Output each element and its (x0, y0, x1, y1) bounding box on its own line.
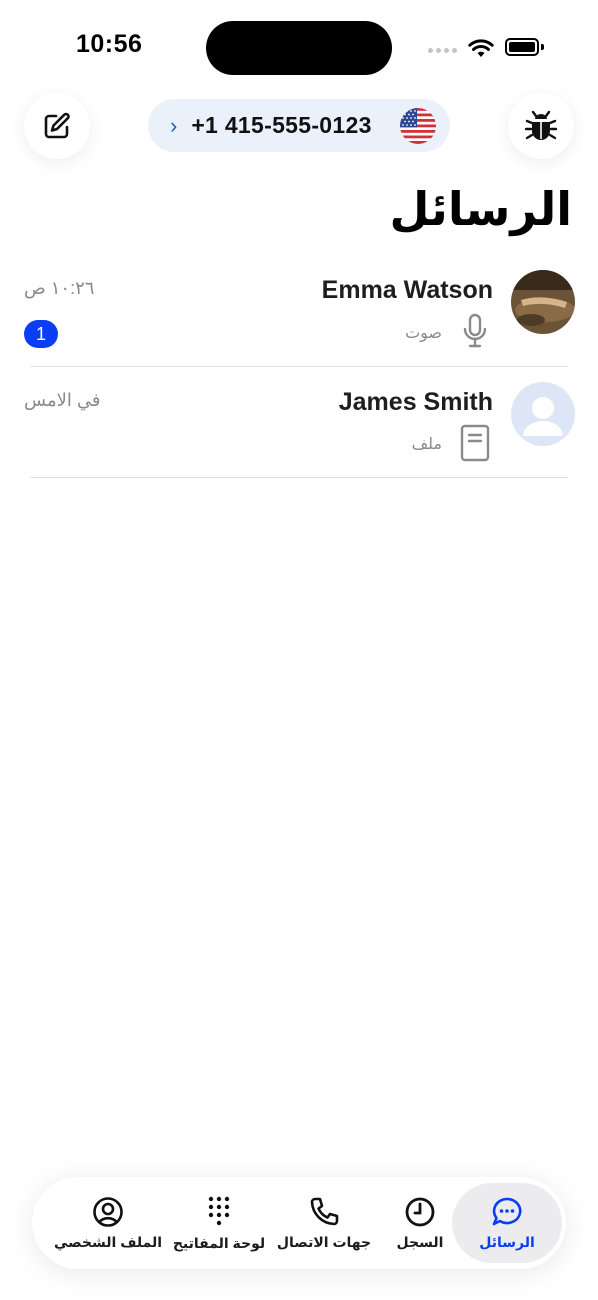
keypad-icon (208, 1196, 230, 1225)
tab-history[interactable]: السجل (375, 1177, 465, 1269)
divider (30, 477, 568, 478)
tab-profile[interactable]: الملف الشخصي (52, 1177, 164, 1269)
message-preview: ملف (411, 436, 442, 453)
divider (30, 366, 568, 367)
unread-badge: 1 (24, 320, 58, 348)
chevron-right-icon: › (170, 112, 178, 138)
document-icon (460, 424, 490, 462)
microphone-icon (463, 313, 487, 348)
phone-icon (310, 1197, 339, 1225)
us-flag-icon (400, 107, 436, 144)
debug-button[interactable] (508, 93, 574, 159)
phone-number-selector[interactable]: › +1 415-555-0123 (148, 99, 450, 152)
contact-name: Emma Watson (321, 276, 493, 304)
phone-number: +1 415-555-0123 (191, 112, 372, 138)
profile-icon (93, 1196, 123, 1227)
conversation-row[interactable]: Emma Watson ١٠:٢٦ ص صوت 1 (0, 256, 598, 368)
message-time: ١٠:٢٦ ص (24, 278, 95, 298)
conversation-row[interactable]: James Smith في الامس ملف (0, 368, 598, 480)
signal-icon (428, 48, 457, 53)
tab-label: جهات الاتصال (276, 1233, 372, 1250)
compose-icon (44, 112, 70, 139)
compose-button[interactable] (24, 93, 90, 159)
tab-label: لوحة المفاتيح (172, 1234, 266, 1251)
status-time: 10:56 (76, 30, 143, 58)
bug-icon (524, 110, 558, 140)
tab-messages[interactable]: الرسائل (452, 1177, 562, 1269)
page-title: الرسائل (389, 183, 573, 235)
avatar (511, 270, 575, 334)
message-preview: صوت (405, 325, 442, 342)
contact-name: James Smith (338, 388, 493, 416)
message-time: في الامس (24, 390, 101, 410)
avatar (511, 382, 575, 446)
tab-label: الملف الشخصي (53, 1233, 163, 1250)
tab-bar: الرسائل السجل جهات الاتصال لوحة المفاتيح… (32, 1177, 566, 1269)
battery-cap (541, 44, 544, 50)
tab-label: السجل (396, 1233, 444, 1250)
chat-bubble-icon (492, 1197, 522, 1225)
tab-keypad[interactable]: لوحة المفاتيح (164, 1177, 274, 1269)
tab-contacts[interactable]: جهات الاتصال (268, 1177, 380, 1269)
clock-icon (405, 1197, 435, 1226)
wifi-icon (468, 39, 494, 57)
dynamic-island (206, 21, 392, 75)
tab-label: الرسائل (479, 1233, 535, 1250)
battery-icon (505, 38, 539, 56)
